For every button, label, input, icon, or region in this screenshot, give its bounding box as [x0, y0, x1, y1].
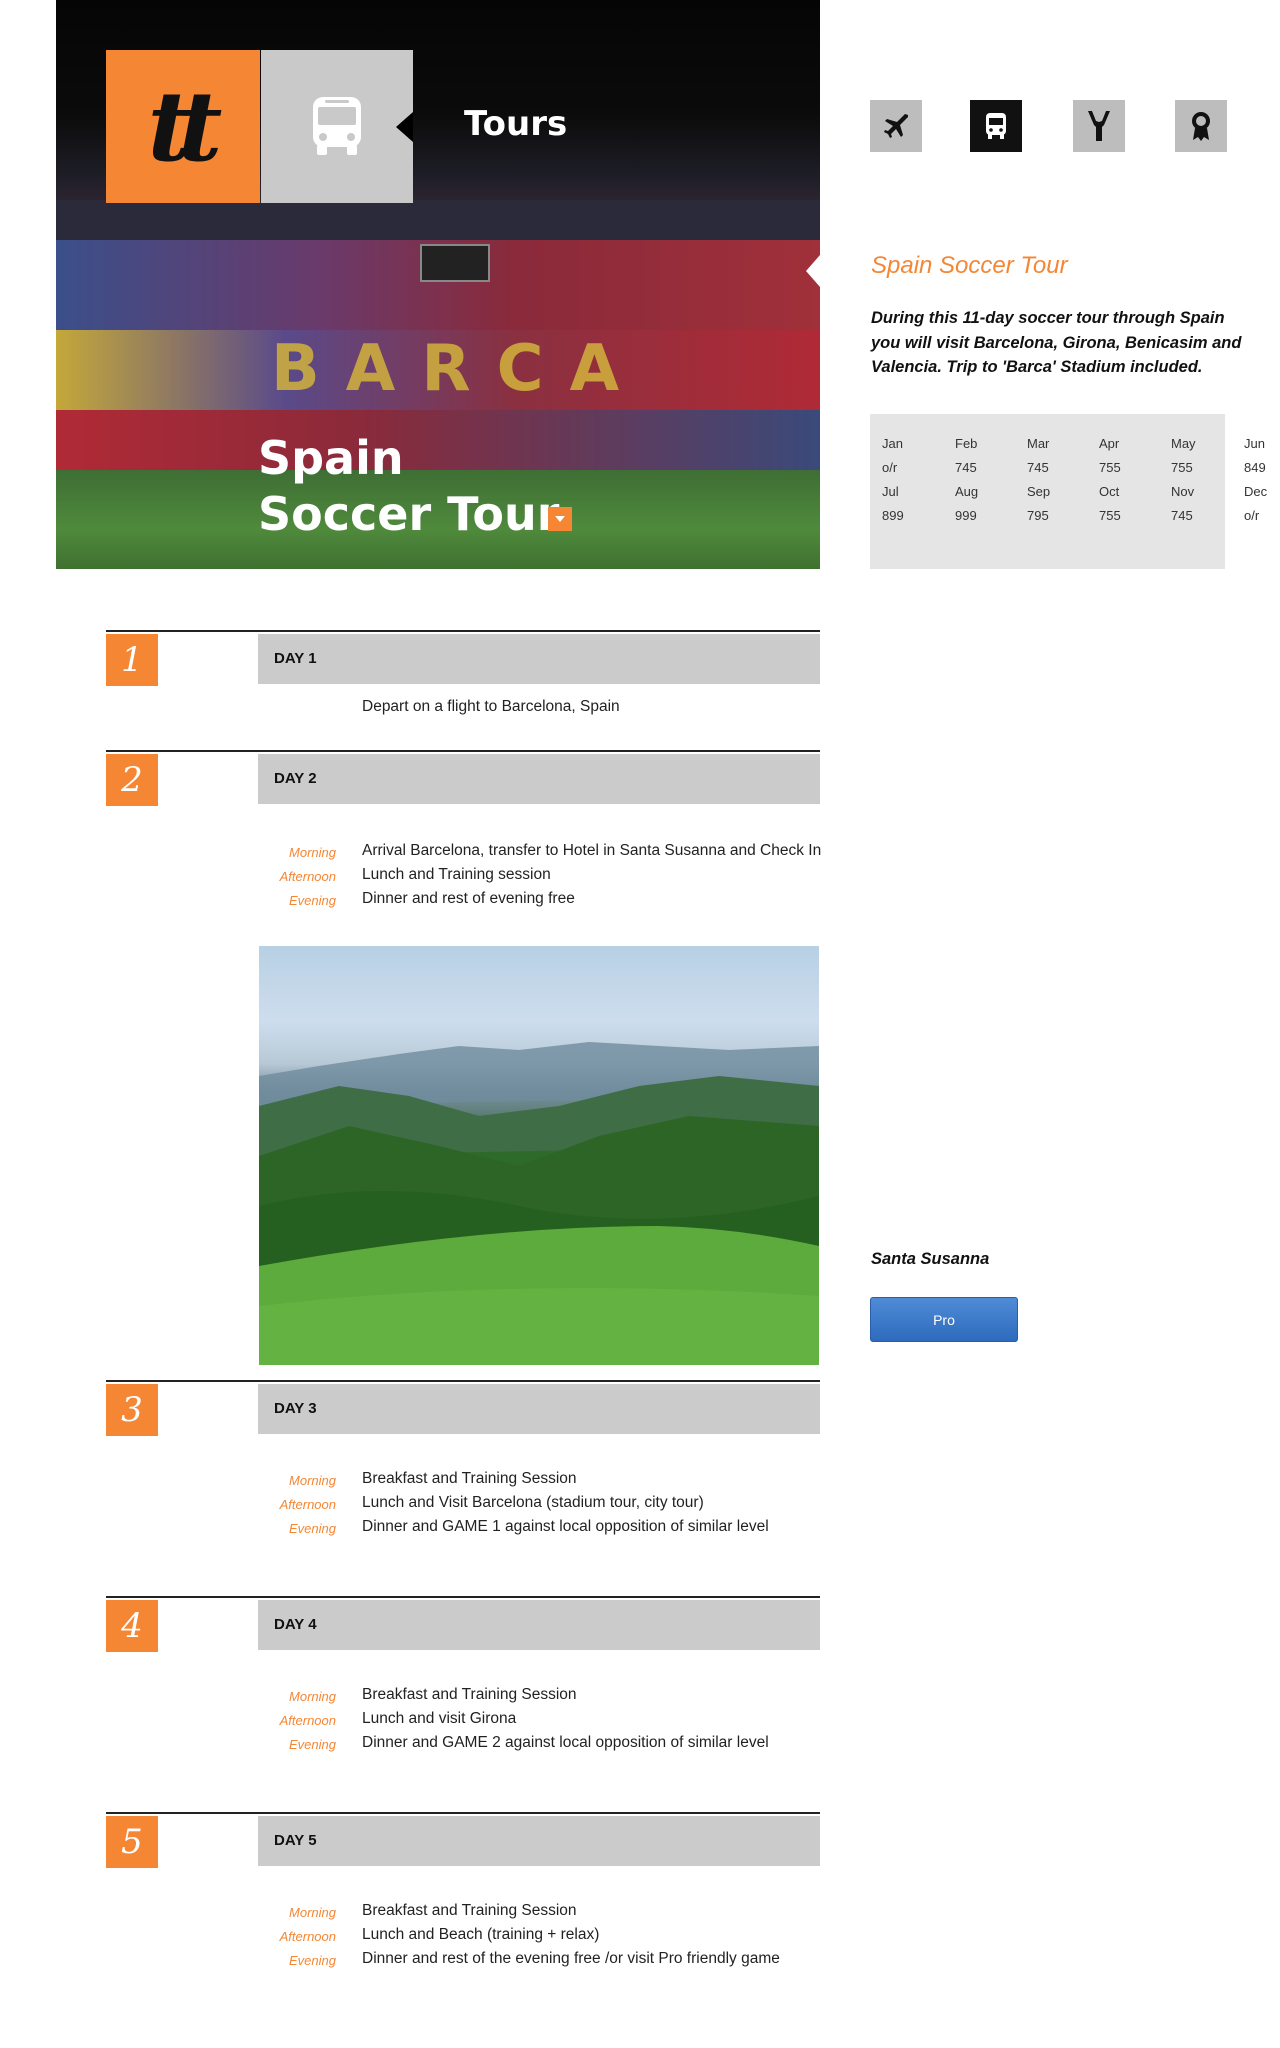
evening-label: Evening — [289, 1953, 336, 1968]
day-header[interactable]: DAY 4 — [258, 1600, 820, 1650]
afternoon-label: Afternoon — [279, 1713, 336, 1728]
tile-pointer — [396, 112, 413, 142]
morning-label: Morning — [289, 1689, 336, 1704]
day-divider — [106, 1812, 820, 1814]
price-value: 795 — [1027, 508, 1049, 523]
price-month: Feb — [955, 436, 978, 451]
afternoon-activity: Lunch and Beach (training + relax) — [362, 1926, 600, 1943]
stadium-crowd-front — [56, 410, 820, 470]
evening-activity: Dinner and GAME 2 against local oppositi… — [362, 1734, 769, 1751]
morning-label: Morning — [289, 1905, 336, 1920]
afternoon-label: Afternoon — [279, 1497, 336, 1512]
evening-activity: Dinner and rest of the evening free /or … — [362, 1950, 780, 1967]
morning-activity: Breakfast and Training Session — [362, 1686, 577, 1703]
price-value: 849 — [1244, 460, 1266, 475]
morning-label: Morning — [289, 1473, 336, 1488]
tour-title-line2: Soccer Tour — [258, 487, 560, 541]
price-value: o/r — [882, 460, 898, 475]
day-number-badge: 4 — [106, 1600, 158, 1652]
bus-icon — [313, 96, 361, 155]
scoreboard — [420, 244, 490, 282]
day-number-badge: 2 — [106, 754, 158, 806]
afternoon-label: Afternoon — [279, 869, 336, 884]
category-award[interactable] — [1175, 100, 1227, 152]
day-label: DAY 1 — [274, 650, 317, 667]
sidebar-tour-title: Spain Soccer Tour — [871, 252, 1068, 279]
evening-activity: Dinner and GAME 1 against local oppositi… — [362, 1518, 769, 1535]
day-divider — [106, 1380, 820, 1382]
morning-activity: Breakfast and Training Session — [362, 1902, 577, 1919]
day-divider — [106, 630, 820, 632]
image-caption: Santa Susanna — [871, 1250, 990, 1268]
category-trophy[interactable] — [1073, 100, 1125, 152]
day-label: DAY 4 — [274, 1616, 317, 1633]
price-month: Sep — [1027, 484, 1051, 499]
evening-label: Evening — [289, 1737, 336, 1752]
day-divider — [106, 750, 820, 752]
hero-notch — [806, 255, 820, 287]
brand-logo-text: tt — [147, 69, 223, 183]
price-value: 745 — [1027, 460, 1049, 475]
price-month: Aug — [955, 484, 979, 499]
morning-activity: Breakfast and Training Session — [362, 1470, 577, 1487]
price-month: May — [1171, 436, 1196, 451]
afternoon-activity: Lunch and Visit Barcelona (stadium tour,… — [362, 1494, 704, 1511]
category-bus[interactable] — [970, 100, 1022, 152]
section-title: Tours — [464, 104, 568, 144]
price-value: 755 — [1171, 460, 1193, 475]
category-tile-bus[interactable] — [261, 50, 413, 203]
price-value: o/r — [1244, 508, 1260, 523]
day-number-badge: 5 — [106, 1816, 158, 1868]
evening-label: Evening — [289, 1521, 336, 1536]
evening-activity: Dinner and rest of evening free — [362, 890, 575, 907]
afternoon-activity: Lunch and Training session — [362, 866, 551, 883]
day-header[interactable]: DAY 2 — [258, 754, 820, 804]
price-value: 745 — [955, 460, 977, 475]
bus-icon — [986, 113, 1006, 139]
day-label: DAY 2 — [274, 770, 317, 787]
price-month: Oct — [1099, 484, 1120, 499]
santa-susanna-image — [259, 946, 819, 1365]
price-value: 899 — [882, 508, 904, 523]
title-dropdown-button[interactable] — [548, 507, 572, 531]
morning-label: Morning — [289, 845, 336, 860]
day-header[interactable]: DAY 3 — [258, 1384, 820, 1434]
stadium-letters: BARCA — [271, 332, 646, 406]
afternoon-activity: Lunch and visit Girona — [362, 1710, 517, 1727]
price-month: Dec — [1244, 484, 1268, 499]
day-label: DAY 5 — [274, 1832, 317, 1849]
sidebar-tour-description: During this 11-day soccer tour through S… — [871, 309, 1242, 376]
price-value: 999 — [955, 508, 977, 523]
price-month: Jan — [882, 436, 903, 451]
day-divider — [106, 1596, 820, 1598]
category-plane[interactable] — [870, 100, 922, 152]
trophy-icon — [1088, 111, 1110, 141]
day-header[interactable]: DAY 1 — [258, 634, 820, 684]
brand-logo[interactable]: tt — [106, 50, 260, 203]
chevron-down-icon — [555, 516, 565, 522]
day-header[interactable]: DAY 5 — [258, 1816, 820, 1866]
day-note: Depart on a flight to Barcelona, Spain — [362, 698, 620, 715]
plane-icon — [884, 114, 908, 138]
morning-activity: Arrival Barcelona, transfer to Hotel in … — [362, 842, 822, 859]
stadium-roof — [56, 200, 820, 240]
evening-label: Evening — [289, 893, 336, 908]
price-table: Jan Feb Mar Apr May o/r 745 745 755 755 … — [870, 414, 1225, 569]
price-value: 755 — [1099, 508, 1121, 523]
day-number-badge: 3 — [106, 1384, 158, 1436]
price-value: 745 — [1171, 508, 1193, 523]
landscape-illustration — [259, 1042, 819, 1365]
day-number-badge: 1 — [106, 634, 158, 686]
afternoon-label: Afternoon — [279, 1929, 336, 1944]
tour-title-line1: Spain — [258, 431, 404, 485]
day-label: DAY 3 — [274, 1400, 317, 1417]
price-month: Jun — [1244, 436, 1265, 451]
award-ribbon-icon — [1192, 112, 1210, 141]
price-month: Jul — [882, 484, 899, 499]
pro-button[interactable]: Pro — [870, 1297, 1018, 1342]
price-value: 755 — [1099, 460, 1121, 475]
price-month: Nov — [1171, 484, 1195, 499]
price-month: Apr — [1099, 436, 1120, 451]
price-month: Mar — [1027, 436, 1050, 451]
